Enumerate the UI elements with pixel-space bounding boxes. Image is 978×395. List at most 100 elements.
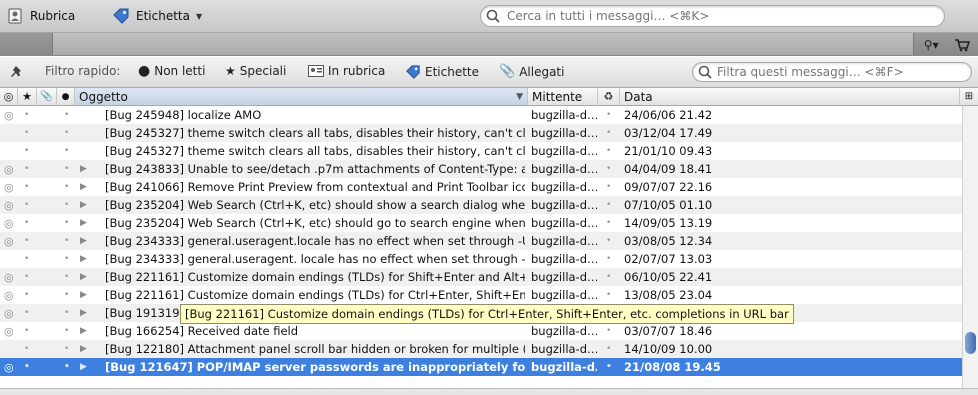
column-read[interactable]: ●: [57, 88, 75, 105]
thread-icon[interactable]: ◎: [4, 160, 18, 178]
star-toggle-icon[interactable]: •: [24, 358, 34, 376]
thread-icon[interactable]: ◎: [4, 214, 18, 232]
junk-toggle-icon[interactable]: •: [606, 268, 616, 286]
junk-toggle-icon[interactable]: •: [606, 160, 616, 178]
read-toggle-icon[interactable]: •: [64, 358, 74, 376]
message-row[interactable]: • • ▶ [Bug 122180] Attachment panel scroll …: [0, 340, 962, 358]
message-row[interactable]: ◎ • • ▶ [Bug 166254] Received date field bugz…: [0, 322, 962, 340]
expand-triangle-icon[interactable]: ▶: [80, 196, 92, 214]
no-thread-icon[interactable]: [4, 340, 18, 358]
star-toggle-icon[interactable]: •: [24, 322, 34, 340]
tag-button[interactable]: Etichetta ▼: [112, 5, 202, 27]
thread-icon[interactable]: ◎: [4, 268, 18, 286]
thread-icon[interactable]: ◎: [4, 286, 18, 304]
message-row[interactable]: ◎ • • ▶ [Bug 241066] Remove Print Preview fr…: [0, 178, 962, 196]
junk-toggle-icon[interactable]: •: [606, 286, 616, 304]
expand-triangle-icon[interactable]: ▶: [80, 214, 92, 232]
star-toggle-icon[interactable]: •: [24, 250, 34, 268]
thread-icon[interactable]: ◎: [4, 196, 18, 214]
expand-triangle-icon[interactable]: ▶: [80, 322, 92, 340]
read-toggle-icon[interactable]: •: [64, 196, 74, 214]
star-toggle-icon[interactable]: •: [24, 232, 34, 250]
read-toggle-icon[interactable]: •: [64, 268, 74, 286]
filter-attachments-button[interactable]: 📎 Allegati: [499, 64, 564, 79]
junk-toggle-icon[interactable]: •: [606, 124, 616, 142]
no-thread-icon[interactable]: [4, 250, 18, 268]
tab-active[interactable]: [52, 33, 914, 55]
filter-addressbook-button[interactable]: In rubrica: [308, 64, 385, 78]
star-toggle-icon[interactable]: •: [24, 142, 34, 160]
message-row[interactable]: ◎ • • ▶ [Bug 235204] Web Search (Ctrl+K, etc…: [0, 196, 962, 214]
read-toggle-icon[interactable]: •: [64, 304, 74, 322]
filter-starred-button[interactable]: ★ Speciali: [225, 64, 286, 78]
read-toggle-icon[interactable]: •: [64, 286, 74, 304]
vertical-scrollbar[interactable]: [962, 106, 978, 388]
message-row[interactable]: ◎ • • [Bug 245948] localize AMO bugzilla-d… •…: [0, 106, 962, 124]
column-sender[interactable]: Mittente: [528, 88, 598, 105]
expand-triangle-icon[interactable]: ▶: [80, 304, 92, 322]
filter-tags-button[interactable]: Etichette: [405, 64, 479, 80]
cart-icon[interactable]: [954, 38, 971, 52]
message-row[interactable]: ◎ • • ▶ [Bug 235204] Web Search (Ctrl+K, etc…: [0, 214, 962, 232]
message-row[interactable]: • • ▶ [Bug 234333] general.useragent. local…: [0, 250, 962, 268]
junk-toggle-icon[interactable]: •: [606, 358, 616, 376]
column-picker[interactable]: ⊞: [960, 88, 978, 105]
read-toggle-icon[interactable]: •: [64, 322, 74, 340]
junk-toggle-icon[interactable]: •: [606, 214, 616, 232]
thread-icon[interactable]: ◎: [4, 232, 18, 250]
message-row[interactable]: • • [Bug 245327] theme switch clears all t…: [0, 124, 962, 142]
junk-toggle-icon[interactable]: •: [606, 250, 616, 268]
message-row[interactable]: ◎ • • ▶ [Bug 243833] Unable to see/detach .p…: [0, 160, 962, 178]
star-toggle-icon[interactable]: •: [24, 268, 34, 286]
junk-toggle-icon[interactable]: •: [606, 340, 616, 358]
expand-triangle-icon[interactable]: ▶: [80, 340, 92, 358]
star-toggle-icon[interactable]: •: [24, 178, 34, 196]
filter-unread-button[interactable]: ● Non letti: [138, 64, 205, 78]
read-toggle-icon[interactable]: •: [64, 250, 74, 268]
thread-icon[interactable]: ◎: [4, 322, 18, 340]
expand-triangle-icon[interactable]: ▶: [80, 178, 92, 196]
column-thread[interactable]: ◎: [0, 88, 18, 105]
read-toggle-icon[interactable]: •: [64, 340, 74, 358]
junk-toggle-icon[interactable]: •: [606, 322, 616, 340]
expand-triangle-icon[interactable]: ▶: [80, 358, 92, 376]
global-search-field[interactable]: [480, 5, 945, 27]
star-toggle-icon[interactable]: •: [24, 304, 34, 322]
thread-icon[interactable]: ◎: [4, 106, 18, 124]
junk-toggle-icon[interactable]: •: [606, 232, 616, 250]
read-toggle-icon[interactable]: •: [64, 160, 74, 178]
expand-triangle-icon[interactable]: ▶: [80, 232, 92, 250]
read-toggle-icon[interactable]: •: [64, 142, 74, 160]
read-toggle-icon[interactable]: •: [64, 106, 74, 124]
search-menu-icon[interactable]: ⚲▾: [924, 38, 939, 52]
junk-toggle-icon[interactable]: •: [606, 196, 616, 214]
message-list[interactable]: ◎ • • [Bug 245948] localize AMO bugzilla-d… •…: [0, 106, 962, 376]
read-toggle-icon[interactable]: •: [64, 124, 74, 142]
message-row[interactable]: ◎ • • ▶ [Bug 221161] Customize domain ending…: [0, 286, 962, 304]
junk-toggle-icon[interactable]: •: [606, 142, 616, 160]
star-toggle-icon[interactable]: •: [24, 214, 34, 232]
no-thread-icon[interactable]: [4, 124, 18, 142]
thread-icon[interactable]: ◎: [4, 304, 18, 322]
filter-messages-input[interactable]: [717, 65, 971, 79]
message-row[interactable]: ◎ • • ▶ [Bug 234333] general.useragent.local…: [0, 232, 962, 250]
expand-triangle-icon[interactable]: ▶: [80, 160, 92, 178]
column-attachment[interactable]: 📎: [37, 88, 57, 105]
junk-toggle-icon[interactable]: •: [606, 178, 616, 196]
junk-toggle-icon[interactable]: •: [606, 106, 616, 124]
star-toggle-icon[interactable]: •: [24, 106, 34, 124]
message-row[interactable]: ◎ • • ▶ [Bug 221161] Customize domain ending…: [0, 268, 962, 286]
column-date[interactable]: Data: [620, 88, 960, 105]
thread-icon[interactable]: ◎: [4, 178, 18, 196]
expand-triangle-icon[interactable]: ▶: [80, 250, 92, 268]
star-toggle-icon[interactable]: •: [24, 286, 34, 304]
star-toggle-icon[interactable]: •: [24, 340, 34, 358]
expand-triangle-icon[interactable]: ▶: [80, 286, 92, 304]
scrollbar-thumb[interactable]: [965, 332, 976, 354]
column-star[interactable]: ★: [18, 88, 37, 105]
pin-button[interactable]: [10, 64, 26, 80]
address-book-button[interactable]: Rubrica: [6, 5, 75, 27]
message-row[interactable]: • • [Bug 245327] theme switch clears all t…: [0, 142, 962, 160]
expand-triangle-icon[interactable]: ▶: [80, 268, 92, 286]
star-toggle-icon[interactable]: •: [24, 124, 34, 142]
